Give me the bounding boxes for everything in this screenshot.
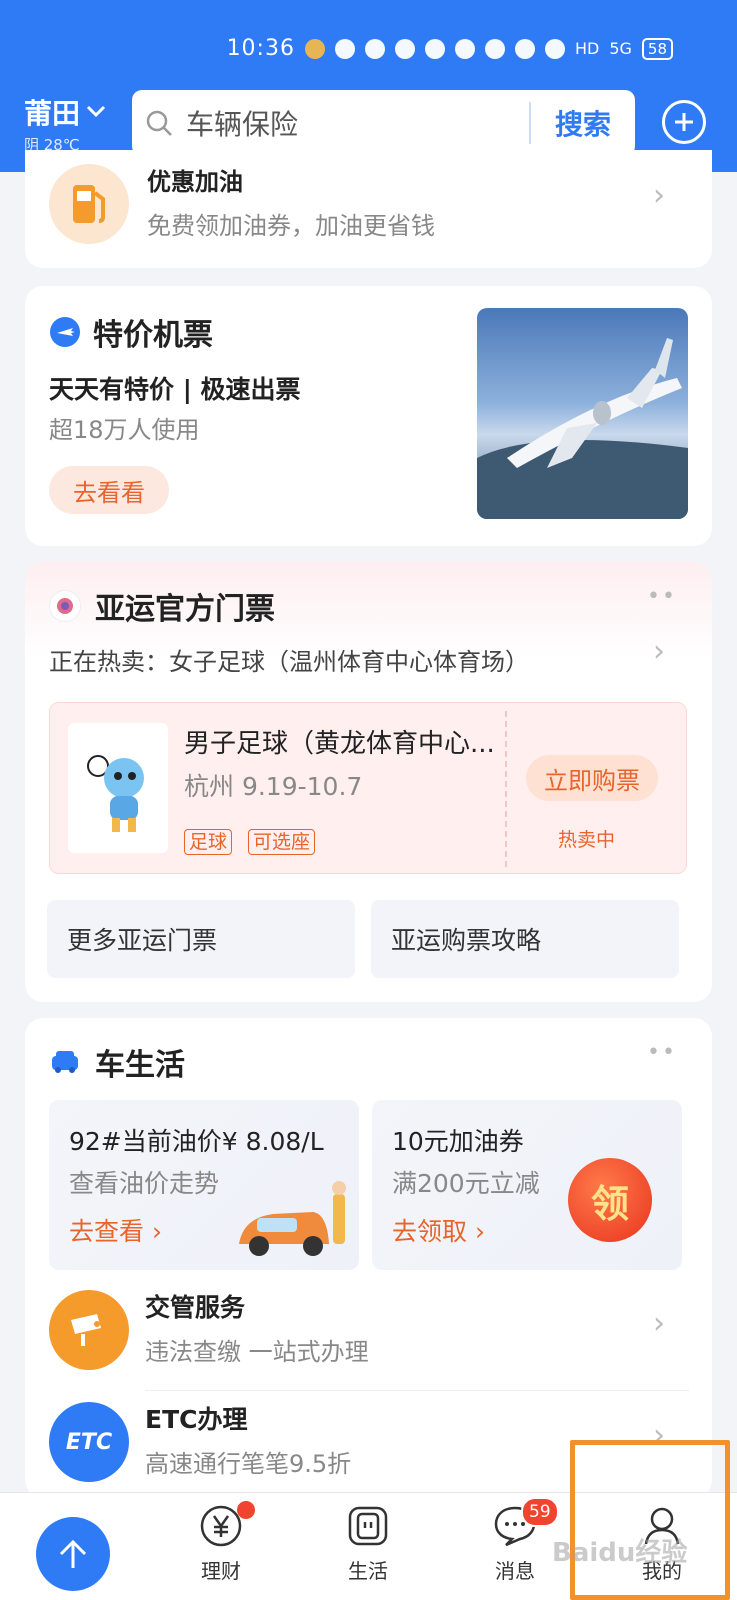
nav-messages-label: 消息 — [495, 1559, 535, 1583]
wifi-icon — [544, 38, 565, 59]
highlight-box — [570, 1440, 730, 1600]
ticket-item[interactable]: 男子足球（黄龙体育中心... 杭州 9.19-10.7 足球 可选座 立即购票 … — [49, 702, 687, 874]
city-name: 莆田 — [24, 97, 81, 130]
nav-life[interactable]: 生活 — [318, 1503, 418, 1584]
coupon-label: 10元加油券 — [392, 1127, 524, 1156]
hot-selling-link[interactable]: 正在热卖：女子足球（温州体育中心体育场） — [49, 642, 529, 677]
fuel-discount-card[interactable]: 优惠加油 免费领加油券，加油更省钱 › — [25, 150, 712, 268]
car-life-title: 车生活 — [95, 1048, 185, 1083]
airplane-image — [477, 308, 688, 519]
flight-tagline: 天天有特价 | 极速出票 — [49, 375, 301, 404]
car-life-card: 车生活 •• 92#当前油价¥ 8.08/L 查看油价走势 去查看 › 10元加… — [25, 1018, 712, 1498]
search-input[interactable]: 车辆保险 — [186, 103, 529, 143]
claim-coin-badge[interactable]: 领 — [568, 1158, 652, 1242]
scroll-top-button[interactable] — [36, 1517, 110, 1591]
alarm-icon — [484, 38, 505, 59]
ticket-status: 热卖中 — [558, 829, 616, 851]
chevron-right-icon: › — [653, 178, 665, 213]
ticket-city-date: 杭州 9.19-10.7 — [184, 772, 363, 801]
status-bar: 10:36 HD 5G 58 — [227, 36, 673, 61]
oil-price-label: 92#当前油价¥ 8.08/L — [69, 1127, 324, 1156]
car-icon — [52, 1051, 78, 1073]
coupon-condition: 满200元立减 — [392, 1169, 540, 1198]
flight-ticket-card[interactable]: 特价机票 天天有特价 | 极速出票 超18万人使用 去看看 — [25, 286, 712, 546]
nav-messages[interactable]: 消息 59 — [465, 1497, 565, 1584]
chevron-right-icon: › — [653, 1306, 665, 1341]
ticket-tag-sport: 足球 — [184, 829, 233, 855]
ticket-divider — [505, 711, 507, 867]
etc-service-subtitle: 高速通行笔笔9.5折 — [145, 1450, 352, 1478]
more-tickets-link[interactable]: 更多亚运门票 — [47, 900, 355, 978]
nav-finance-label: 理财 — [201, 1559, 241, 1583]
search-bar[interactable]: 车辆保险 搜索 — [132, 90, 635, 156]
traffic-camera-icon — [49, 1290, 129, 1370]
message-icon — [394, 38, 415, 59]
service-divider — [145, 1390, 689, 1391]
claim-coupon-link[interactable]: 去领取 › — [392, 1212, 485, 1248]
battery-indicator: 58 — [641, 37, 673, 60]
nav-finance[interactable]: 理财 — [171, 1501, 271, 1584]
mascot-image — [68, 723, 168, 853]
traffic-service-item[interactable]: 交管服务 违法查缴 一站式办理 › — [49, 1280, 689, 1390]
city-selector[interactable]: 莆田 阴 28℃ — [24, 92, 106, 155]
chevron-right-icon: › — [653, 634, 665, 669]
life-icon — [345, 1503, 391, 1549]
app-icon — [304, 38, 325, 59]
oil-price-promo[interactable]: 92#当前油价¥ 8.08/L 查看油价走势 去查看 › — [49, 1100, 359, 1270]
etc-icon: ETC — [49, 1402, 129, 1482]
more-options-icon[interactable]: •• — [647, 584, 677, 609]
notification-dot — [237, 1501, 255, 1519]
car-refuel-illustration — [239, 1181, 346, 1256]
chevron-down-icon — [86, 105, 106, 118]
search-icon — [132, 109, 186, 137]
traffic-service-subtitle: 违法查缴 一站式办理 — [145, 1338, 369, 1366]
nfc-icon — [454, 38, 475, 59]
view-oil-price-link[interactable]: 去查看 › — [69, 1212, 162, 1248]
fuel-pump-icon — [49, 164, 129, 244]
view-flights-button[interactable]: 去看看 — [49, 466, 169, 514]
arrow-up-icon — [59, 1539, 87, 1568]
etc-service-title: ETC办理 — [145, 1405, 248, 1434]
etc-icon-text: ETC — [65, 1429, 113, 1455]
ticket-event-name: 男子足球（黄龙体育中心... — [184, 729, 495, 759]
claim-coin-text: 领 — [590, 1181, 629, 1226]
more-options-icon[interactable]: •• — [647, 1040, 677, 1065]
fuel-subtitle: 免费领加油券，加油更省钱 — [147, 212, 435, 240]
fuel-coupon-promo[interactable]: 10元加油券 满200元立减 去领取 › 领 — [372, 1100, 682, 1270]
traffic-service-title: 交管服务 — [145, 1293, 246, 1322]
ticket-tag-seat: 可选座 — [248, 829, 316, 855]
network-label: HD — [574, 39, 600, 58]
buy-ticket-button[interactable]: 立即购票 — [526, 755, 658, 801]
asian-games-logo-icon — [49, 590, 81, 622]
status-time: 10:36 — [226, 36, 295, 61]
bluetooth-icon — [514, 38, 535, 59]
nav-life-label: 生活 — [348, 1559, 388, 1583]
airplane-icon — [50, 317, 80, 347]
alipay-icon — [364, 38, 385, 59]
fuel-title: 优惠加油 — [147, 168, 243, 196]
signal-label: 5G — [609, 39, 632, 58]
message-count-badge: 59 — [521, 1497, 559, 1527]
flight-users: 超18万人使用 — [49, 416, 200, 444]
plus-icon — [675, 113, 693, 131]
oil-trend-label: 查看油价走势 — [69, 1169, 220, 1198]
add-button[interactable] — [662, 100, 706, 144]
eye-icon — [424, 38, 445, 59]
header-bar: 10:36 HD 5G 58 莆田 阴 28℃ 车辆保险 搜索 — [0, 0, 737, 172]
search-button[interactable]: 搜索 — [531, 103, 635, 143]
wechat-icon — [334, 38, 355, 59]
flight-title: 特价机票 — [93, 318, 213, 353]
ticket-guide-link[interactable]: 亚运购票攻略 — [371, 900, 679, 978]
watermark: Baidu经验 — [552, 1538, 688, 1568]
asian-games-title: 亚运官方门票 — [95, 592, 275, 627]
asian-games-card: 亚运官方门票 •• 正在热卖：女子足球（温州体育中心体育场） › 男子足球（黄龙… — [25, 562, 712, 1002]
